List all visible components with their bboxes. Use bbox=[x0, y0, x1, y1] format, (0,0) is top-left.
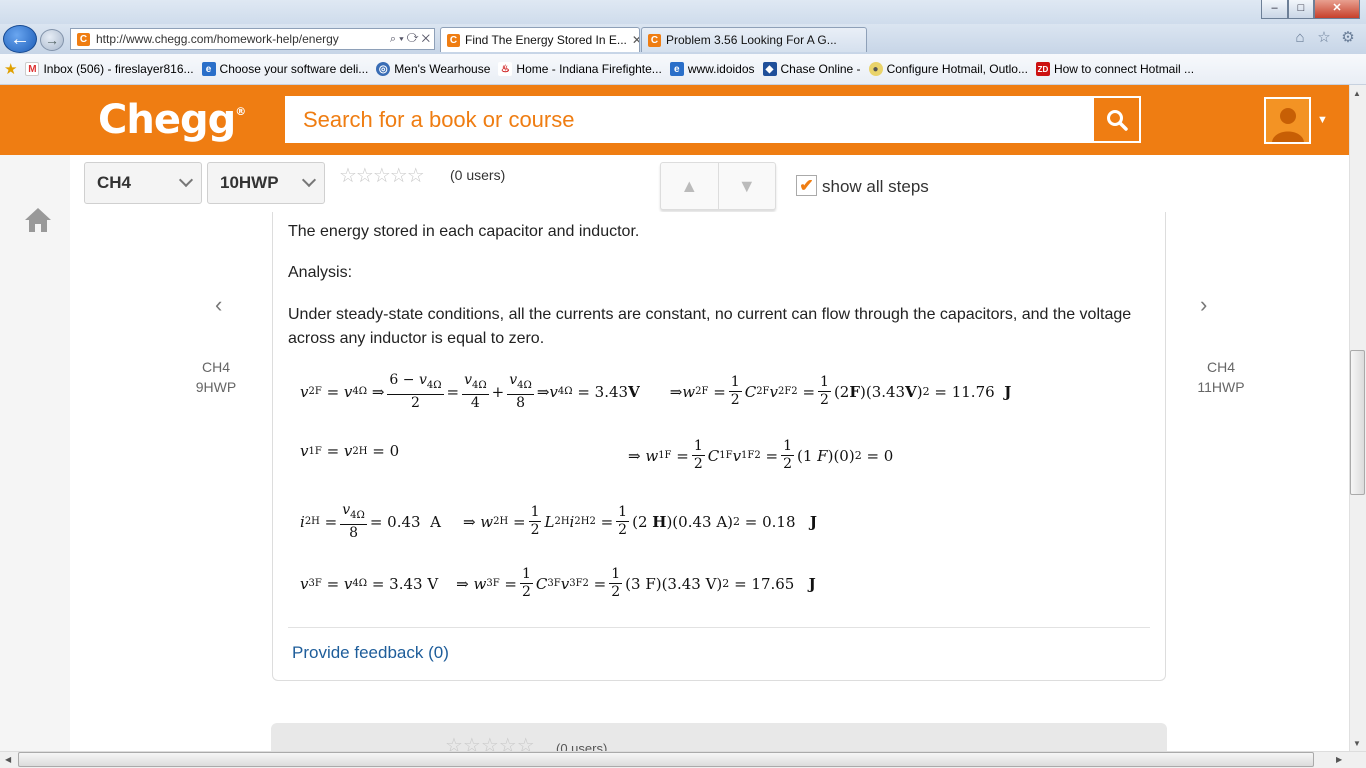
favorite-item[interactable]: ♨ Home - Indiana Firefighte... bbox=[498, 62, 662, 76]
favorite-item[interactable]: e Choose your software deli... bbox=[201, 62, 369, 76]
tab-find-energy[interactable]: C Find The Energy Stored In E... ✕ bbox=[440, 27, 640, 52]
ie-page-icon: e bbox=[669, 62, 684, 76]
favorite-item[interactable]: ◆ Chase Online - bbox=[762, 62, 861, 76]
logo-text: Chegg bbox=[98, 97, 236, 143]
search-input[interactable] bbox=[285, 96, 1095, 143]
checkmark-icon: ✔ bbox=[799, 175, 814, 195]
solution-intro: The energy stored in each capacitor and … bbox=[288, 223, 640, 240]
problem-select[interactable]: 10HWP bbox=[207, 162, 325, 204]
search-icon bbox=[1106, 109, 1128, 131]
favorite-label: Choose your software deli... bbox=[219, 62, 369, 76]
window-title-bar bbox=[0, 0, 1366, 24]
close-tab-icon[interactable]: ✕ bbox=[632, 33, 639, 47]
address-bar[interactable]: C http://www.chegg.com/homework-help/ene… bbox=[70, 28, 435, 50]
scroll-right-icon[interactable]: ▶ bbox=[1336, 755, 1342, 764]
cd-icon: ● bbox=[868, 62, 883, 76]
scroll-down-icon[interactable]: ▼ bbox=[1353, 739, 1361, 748]
back-button[interactable]: ← bbox=[3, 25, 37, 53]
triangle-down-icon: ▼ bbox=[737, 175, 756, 196]
minimize-button[interactable]: – bbox=[1261, 0, 1288, 19]
address-actions-icon[interactable]: ⌕ ▾ ⟳ ✕ bbox=[390, 33, 434, 46]
rating-stars[interactable]: ☆☆☆☆☆ bbox=[339, 163, 425, 188]
arrow-right-icon: → bbox=[45, 32, 59, 48]
favorite-label: Configure Hotmail, Outlo... bbox=[886, 62, 1028, 76]
home-icon[interactable] bbox=[23, 205, 53, 235]
show-all-steps-checkbox[interactable]: ✔ bbox=[796, 175, 817, 196]
gmail-icon: M bbox=[25, 62, 40, 76]
left-gutter bbox=[0, 155, 70, 751]
search-button[interactable] bbox=[1094, 96, 1141, 143]
prev-problem-link[interactable]: CH4 9HWP bbox=[186, 357, 246, 397]
favorite-label: How to connect Hotmail ... bbox=[1053, 62, 1195, 76]
home-icon[interactable]: ⌂ bbox=[1291, 29, 1309, 47]
prev-problem-label: 9HWP bbox=[195, 379, 237, 395]
user-silhouette-icon bbox=[1271, 108, 1304, 142]
favorite-label: www.idoidos bbox=[687, 62, 755, 76]
star-icon[interactable]: ☆ bbox=[1315, 29, 1333, 47]
zd-icon: ZD bbox=[1035, 62, 1050, 76]
favorite-label: Chase Online - bbox=[780, 62, 861, 76]
chegg-favicon: C bbox=[77, 32, 90, 46]
equation-image: v 2F = v 4Ω ⇒ 6 − v4Ω 2 = v4Ω 4 + v4Ω 8 ⇒ v 4Ω = 3… bbox=[300, 372, 1012, 600]
next-problem-arrow-icon[interactable]: › bbox=[1200, 292, 1207, 318]
favorite-item[interactable]: ● Configure Hotmail, Outlo... bbox=[868, 62, 1028, 76]
close-window-button[interactable]: ✕ bbox=[1314, 0, 1360, 19]
chapter-select-value: CH4 bbox=[97, 173, 132, 192]
show-all-steps-label: show all steps bbox=[822, 177, 929, 196]
divider bbox=[288, 627, 1150, 628]
favorite-label: Inbox (506) - fireslayer816... bbox=[43, 62, 194, 76]
favorite-item[interactable]: e www.idoidos bbox=[669, 62, 755, 76]
chase-icon: ◆ bbox=[762, 62, 777, 76]
next-problem-label: 11HWP bbox=[1197, 379, 1245, 395]
chapter-select[interactable]: CH4 bbox=[84, 162, 202, 204]
prev-problem-arrow-icon[interactable]: ‹ bbox=[215, 292, 222, 318]
favorite-item[interactable]: ◎ Men's Wearhouse bbox=[376, 62, 490, 76]
prev-chapter-label: CH4 bbox=[201, 359, 230, 375]
triangle-up-icon: ▲ bbox=[680, 175, 699, 196]
favorites-bar: ★ M Inbox (506) - fireslayer816... e Choos… bbox=[0, 54, 1366, 85]
tab-label: Find The Energy Stored In E... bbox=[465, 33, 627, 47]
provide-feedback-link[interactable]: Provide feedback (0) bbox=[292, 643, 449, 663]
maximize-button[interactable]: □ bbox=[1288, 0, 1314, 19]
rating-users: (0 users) bbox=[450, 167, 506, 183]
favorite-item[interactable]: ZD How to connect Hotmail ... bbox=[1035, 62, 1195, 76]
upvote-button[interactable]: ▲ bbox=[661, 163, 718, 209]
address-url: http://www.chegg.com/homework-help/energ… bbox=[96, 32, 339, 46]
chevron-down-icon bbox=[301, 172, 317, 188]
globe-icon: ◎ bbox=[376, 62, 391, 76]
tab-label: Problem 3.56 Looking For A G... bbox=[666, 33, 837, 47]
favorite-item[interactable]: M Inbox (506) - fireslayer816... bbox=[25, 62, 194, 76]
scroll-left-icon[interactable]: ◀ bbox=[5, 755, 11, 764]
analysis-heading: Analysis: bbox=[288, 264, 353, 281]
chegg-favicon: C bbox=[648, 33, 661, 47]
chegg-favicon: C bbox=[447, 33, 460, 47]
scroll-up-icon[interactable]: ▲ bbox=[1353, 89, 1361, 98]
vertical-scroll-thumb[interactable] bbox=[1350, 350, 1365, 495]
gear-icon[interactable]: ⚙ bbox=[1339, 29, 1357, 47]
favorites-star-icon[interactable]: ★ bbox=[4, 60, 17, 78]
forward-button[interactable]: → bbox=[40, 29, 64, 51]
tab-problem-3-56[interactable]: C Problem 3.56 Looking For A G... bbox=[641, 27, 867, 52]
account-menu-caret-icon[interactable]: ▼ bbox=[1317, 114, 1328, 126]
favorite-label: Men's Wearhouse bbox=[394, 62, 491, 76]
avatar[interactable] bbox=[1264, 97, 1311, 144]
next-problem-link[interactable]: CH4 11HWP bbox=[1191, 357, 1251, 397]
next-chapter-label: CH4 bbox=[1206, 359, 1235, 375]
vote-box: ▲ ▼ bbox=[660, 162, 776, 210]
ie-page-icon: e bbox=[201, 62, 216, 76]
horizontal-scroll-thumb[interactable] bbox=[18, 752, 1314, 767]
favorite-label: Home - Indiana Firefighte... bbox=[516, 62, 662, 76]
flame-icon: ♨ bbox=[498, 62, 513, 76]
chevron-down-icon bbox=[178, 172, 194, 188]
arrow-left-icon: ← bbox=[10, 27, 30, 50]
downvote-button[interactable]: ▼ bbox=[717, 163, 776, 209]
chegg-logo[interactable]: Chegg® bbox=[98, 97, 246, 143]
analysis-text: Under steady-state conditions, all the c… bbox=[288, 306, 1132, 347]
problem-select-value: 10HWP bbox=[220, 173, 279, 192]
